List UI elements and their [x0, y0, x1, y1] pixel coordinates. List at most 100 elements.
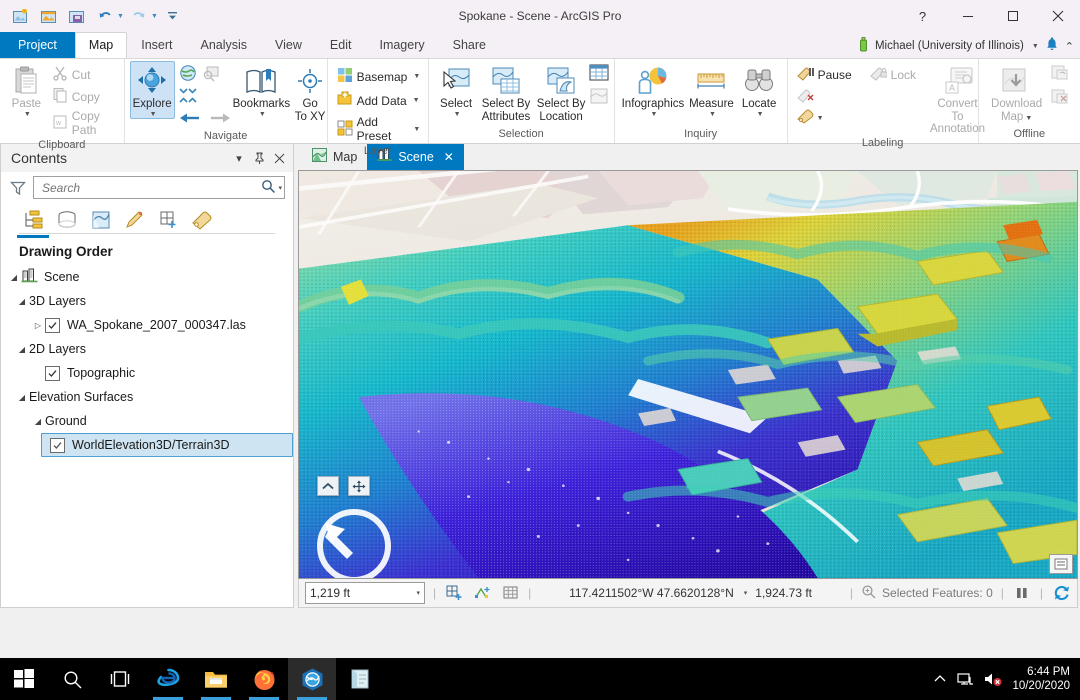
task-view-icon[interactable]: [96, 658, 144, 700]
grid-icon[interactable]: [500, 583, 520, 603]
data-source-icon[interactable]: [53, 207, 81, 233]
expander-down-icon[interactable]: ◢: [15, 297, 29, 306]
start-button-icon[interactable]: [0, 658, 48, 700]
ribbon-tab-project[interactable]: Project: [0, 32, 75, 58]
measure-button[interactable]: Measure ▼: [686, 62, 736, 118]
full-extent-icon[interactable]: [179, 64, 197, 85]
ribbon-tab-share[interactable]: Share: [439, 33, 500, 58]
add-data-caret[interactable]: ▼: [413, 97, 420, 104]
add-map-frame-icon[interactable]: [444, 583, 464, 603]
zoom-out-extent-icon[interactable]: [179, 88, 197, 106]
snapping-icon[interactable]: [155, 207, 183, 233]
basemap-button[interactable]: Basemap ▼: [333, 66, 425, 87]
scene-navigator-up-button[interactable]: [317, 476, 339, 496]
basemap-caret[interactable]: ▼: [413, 73, 420, 80]
pause-drawing-icon[interactable]: [1012, 583, 1032, 603]
expander-right-icon[interactable]: ▷: [31, 321, 45, 330]
internet-explorer-icon[interactable]: [144, 658, 192, 700]
scene-canvas[interactable]: [298, 170, 1078, 579]
notepad-icon[interactable]: [336, 658, 384, 700]
ribbon-tab-map[interactable]: Map: [74, 32, 128, 58]
download-map-button[interactable]: Download Map ▼: [984, 62, 1050, 125]
label-features-caret[interactable]: ▼: [817, 115, 824, 122]
file-explorer-icon[interactable]: [192, 658, 240, 700]
open-project-icon[interactable]: [36, 4, 62, 28]
expander-down-icon[interactable]: ◢: [15, 393, 29, 402]
customize-quick-access-icon[interactable]: [160, 4, 186, 28]
select-by-attributes-button[interactable]: Select By Attributes: [478, 62, 533, 123]
redo-icon[interactable]: [126, 4, 152, 28]
explore-caret[interactable]: ▼: [150, 111, 157, 118]
labeling-tab-icon[interactable]: [189, 207, 217, 233]
copy-button[interactable]: Copy: [48, 86, 119, 107]
locate-selection-icon[interactable]: [861, 584, 877, 602]
toc-row-scene[interactable]: ◢ Scene: [1, 265, 293, 289]
user-account-area[interactable]: Michael (University of Illinois) ▼ ⌃: [858, 37, 1074, 55]
help-button[interactable]: ?: [900, 0, 945, 32]
snap-to-icon[interactable]: [472, 583, 492, 603]
go-to-xy-button[interactable]: Go To XY: [292, 62, 328, 123]
locate-button[interactable]: Locate ▼: [737, 62, 782, 118]
ribbon-collapse-caret[interactable]: ⌃: [1065, 40, 1074, 53]
pane-close-icon[interactable]: [271, 150, 287, 166]
add-preset-button[interactable]: Add Preset ▼: [333, 114, 425, 144]
download-map-caret[interactable]: ▼: [1025, 115, 1032, 122]
toc-row-2d-layers[interactable]: ◢ 2D Layers: [1, 337, 293, 361]
add-data-button[interactable]: Add Data ▼: [333, 90, 425, 111]
explore-button[interactable]: Explore ▼: [129, 61, 175, 119]
save-project-icon[interactable]: [64, 4, 90, 28]
expander-down-icon[interactable]: ◢: [31, 417, 45, 426]
legend-overlay-icon[interactable]: [1049, 554, 1073, 574]
paste-caret[interactable]: ▼: [24, 111, 31, 118]
attribute-table-icon[interactable]: [589, 64, 609, 84]
select-by-location-button[interactable]: Select By Location: [534, 62, 589, 123]
search-icon[interactable]: [261, 179, 276, 197]
redo-dropdown-caret[interactable]: ▼: [151, 13, 158, 20]
bookmarks-button[interactable]: Bookmarks ▼: [231, 62, 293, 118]
ribbon-tab-view[interactable]: View: [261, 33, 316, 58]
selection-icon[interactable]: [87, 207, 115, 233]
layer-checkbox-las[interactable]: [45, 317, 60, 333]
layer-checkbox-topographic[interactable]: [45, 365, 60, 381]
editing-icon[interactable]: [121, 207, 149, 233]
undo-dropdown-caret[interactable]: ▼: [117, 13, 124, 20]
infographics-caret[interactable]: ▼: [650, 111, 657, 118]
filter-funnel-icon[interactable]: [9, 179, 27, 197]
coordinate-format-caret[interactable]: ▾: [744, 589, 748, 597]
label-features-icon[interactable]: [796, 109, 815, 127]
toc-row-topographic[interactable]: Topographic: [1, 361, 293, 385]
expander-down-icon[interactable]: ◢: [7, 273, 21, 282]
volume-muted-icon[interactable]: [984, 671, 1002, 687]
close-button[interactable]: [1035, 0, 1080, 32]
add-preset-caret[interactable]: ▼: [413, 126, 420, 133]
search-options-caret[interactable]: ▾: [278, 184, 282, 192]
ribbon-tab-insert[interactable]: Insert: [127, 33, 186, 58]
toc-row-3d-layers[interactable]: ◢ 3D Layers: [1, 289, 293, 313]
copy-path-button[interactable]: w Copy Path: [48, 108, 119, 138]
infographics-button[interactable]: Infographics ▼: [620, 62, 687, 118]
layer-checkbox-world-elevation[interactable]: [50, 437, 65, 453]
refresh-icon[interactable]: [1051, 583, 1071, 603]
scale-dropdown-caret[interactable]: ▾: [416, 589, 420, 597]
undo-icon[interactable]: [92, 4, 118, 28]
drawing-order-icon[interactable]: [17, 207, 49, 238]
toc-row-las-layer[interactable]: ▷ WA_Spokane_2007_000347.las: [1, 313, 293, 337]
new-project-icon[interactable]: [8, 4, 34, 28]
pane-pin-icon[interactable]: [251, 150, 267, 166]
search-input[interactable]: [40, 179, 262, 196]
paste-button[interactable]: Paste ▼: [5, 62, 48, 118]
user-menu-caret[interactable]: ▼: [1032, 43, 1039, 50]
map-scale-selector[interactable]: 1,219 ft ▾: [305, 582, 425, 604]
bookmarks-caret[interactable]: ▼: [259, 111, 266, 118]
pause-labeling-button[interactable]: Pause: [793, 65, 856, 85]
network-icon[interactable]: [957, 672, 974, 687]
notifications-icon[interactable]: [1045, 37, 1059, 55]
lock-labeling-button[interactable]: Lock: [866, 65, 920, 85]
cut-button[interactable]: Cut: [48, 64, 119, 85]
taskbar-clock[interactable]: 6:44 PM 10/20/2020: [1012, 665, 1070, 693]
expander-down-icon[interactable]: ◢: [15, 345, 29, 354]
previous-extent-icon[interactable]: [179, 110, 201, 129]
show-hidden-icons-chevron[interactable]: [933, 673, 947, 685]
locate-caret[interactable]: ▼: [757, 111, 764, 118]
select-button[interactable]: Select ▼: [434, 62, 479, 118]
